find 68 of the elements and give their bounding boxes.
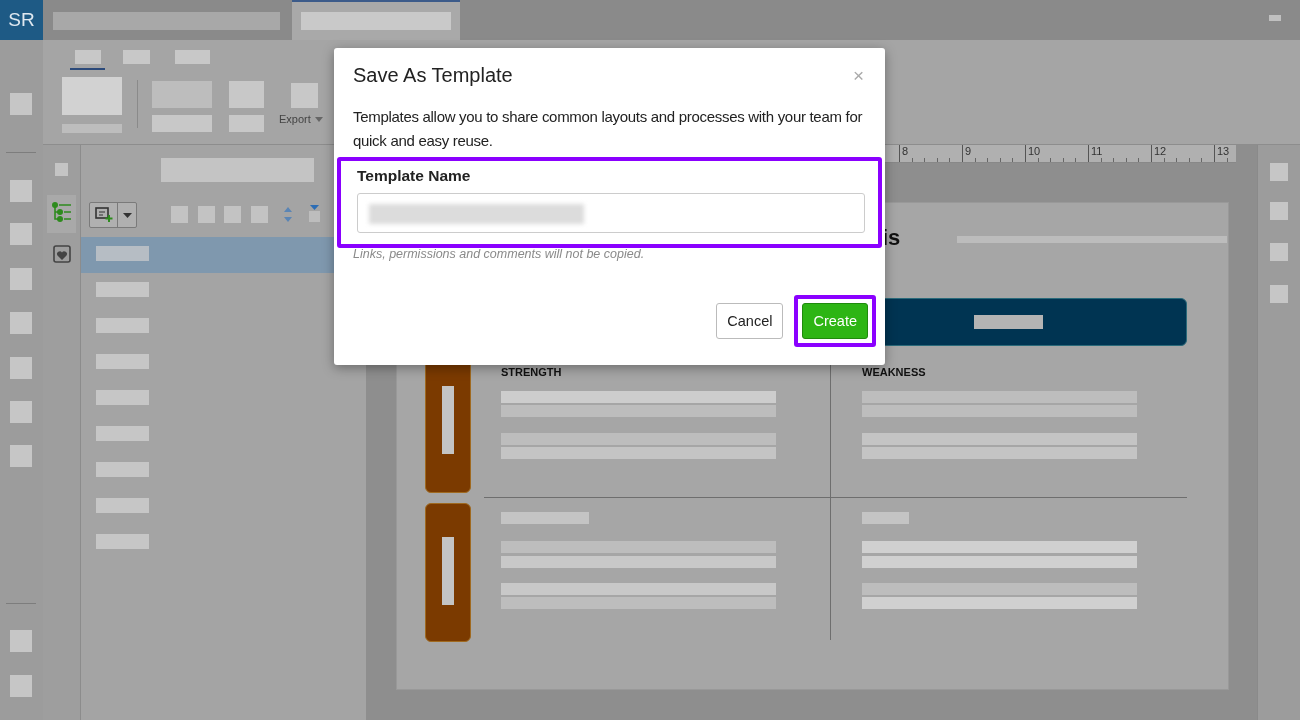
- ruler-label: 9: [965, 145, 972, 157]
- blurred-text: [75, 50, 101, 64]
- blurred-text: [96, 498, 149, 513]
- blurred-icon: [10, 401, 32, 423]
- blurred-icon: [198, 206, 215, 223]
- blurred-icon: [291, 83, 318, 108]
- blurred-text: [96, 354, 149, 369]
- blurred-icon: [1270, 163, 1288, 181]
- heart-card-icon[interactable]: [53, 245, 71, 263]
- blurred-icon: [10, 312, 32, 334]
- quadrant-heading: WEAKNESS: [862, 366, 926, 378]
- blurred-text: [96, 246, 149, 261]
- blurred-icon: [224, 206, 241, 223]
- ruler-label: 11: [1091, 145, 1103, 157]
- blurred-icon: [10, 357, 32, 379]
- cancel-button[interactable]: Cancel: [716, 303, 784, 339]
- caret-icon: [122, 212, 132, 218]
- blurred-icon: [171, 206, 188, 223]
- blurred-icon: [10, 180, 32, 202]
- blurred-icon: [1270, 285, 1288, 303]
- user-avatar[interactable]: SR: [0, 0, 43, 40]
- blurred-icon: [10, 445, 32, 467]
- blurred-text: [62, 124, 122, 133]
- dialog-description: Templates allow you to share common layouts and processes with your team for quick and easy reuse.: [353, 107, 864, 151]
- blurred-text: [96, 318, 149, 333]
- blurred-text: [96, 462, 149, 477]
- caret-icon: [314, 116, 323, 122]
- blurred-text: [96, 534, 149, 549]
- blurred-text: [152, 115, 212, 132]
- blurred-icon: [10, 675, 32, 697]
- blurred-icon: [55, 163, 68, 176]
- create-button[interactable]: Create: [802, 303, 868, 339]
- filter-icon[interactable]: [308, 205, 321, 222]
- blurred-text: [229, 115, 264, 132]
- ruler-label: 12: [1154, 145, 1167, 157]
- add-shape-button[interactable]: [89, 202, 137, 228]
- blurred-icon: [1270, 202, 1288, 220]
- blurred-icon: [229, 81, 264, 108]
- blurred-icon: [10, 268, 32, 290]
- blurred-icon: [251, 206, 268, 223]
- blurred-icon: [62, 77, 122, 115]
- blurred-icon: [10, 630, 32, 652]
- template-name-field[interactable]: [357, 193, 865, 233]
- blurred-text: [123, 50, 150, 64]
- close-button[interactable]: ×: [850, 64, 866, 87]
- blurred-icon: [10, 223, 32, 245]
- blurred-text: [862, 512, 909, 524]
- outline-icon: [52, 202, 72, 223]
- export-menu[interactable]: Export: [279, 113, 323, 125]
- field-note: Links, permissions and comments will not be copied.: [353, 247, 646, 261]
- ruler-label: 8: [902, 145, 909, 157]
- dialog-title: Save As Template: [353, 64, 513, 87]
- field-label: Template Name: [357, 167, 472, 185]
- quadrant-heading: STRENGTH: [501, 366, 562, 378]
- ruler-label: 13: [1217, 145, 1230, 157]
- add-screen-icon: [94, 207, 113, 223]
- ruler-label: 10: [1028, 145, 1041, 157]
- outline-tool-button[interactable]: [47, 195, 76, 233]
- blurred-icon: [10, 93, 32, 115]
- blurred-text: [974, 315, 1043, 329]
- blurred-text: [96, 426, 149, 441]
- blurred-text: [96, 282, 149, 297]
- blurred-icon: [1270, 243, 1288, 261]
- blurred-icon: [1269, 15, 1281, 21]
- blurred-text: [96, 390, 149, 405]
- blurred-icon: [152, 81, 212, 108]
- blurred-text: [175, 50, 210, 64]
- sort-icon[interactable]: [283, 207, 293, 222]
